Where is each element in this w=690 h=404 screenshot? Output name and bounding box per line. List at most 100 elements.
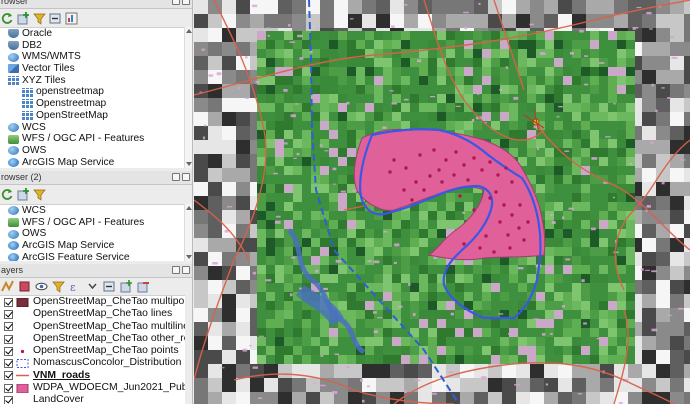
xyz-grid-icon — [22, 87, 33, 97]
tree-item-label: ArcGIS Map Service — [22, 156, 115, 168]
layer-item-openstreetmap-chetao-multipolygons[interactable]: OpenStreetMap_CheTao multipolygons — [0, 296, 185, 308]
xyz-grid-icon — [22, 99, 33, 109]
layer-visibility-checkbox[interactable] — [4, 322, 13, 332]
tree-item-label: WCS — [22, 205, 46, 216]
layer-visibility-checkbox[interactable] — [4, 309, 13, 319]
layer-item-openstreetmap-chetao-multilinestrings[interactable]: OpenStreetMap_CheTao multilinestrings — [0, 321, 185, 333]
line-symbol-icon — [16, 371, 29, 380]
tree-item-wfs-ogc-api-features[interactable]: WFS / OGC API - Features — [8, 217, 185, 229]
layers-panel-header[interactable]: ayers — [0, 264, 192, 278]
browser2-panel-header[interactable]: rowser (2) — [0, 171, 192, 185]
tree-item-openstreetmap[interactable]: Openstreetmap — [8, 98, 185, 110]
tree-item-ows[interactable]: OWS — [8, 228, 185, 240]
green-landcover-raster — [257, 31, 635, 364]
tree-item-openstreetmap[interactable]: OpenStreetMap — [8, 110, 185, 122]
map-canvas[interactable] — [194, 0, 690, 404]
oracle-db-icon — [8, 29, 19, 39]
tree-item-label: openstreetmap — [36, 86, 104, 98]
globe-icon — [8, 146, 19, 156]
move-up-icon[interactable] — [120, 280, 133, 293]
refresh-icon[interactable] — [1, 188, 14, 201]
left-dock-panels: rowser Oracle DB2 WMS/WMTS Vector Tiles XYZ … — [0, 0, 193, 404]
expand-all-icon[interactable] — [86, 280, 99, 293]
tree-item-label: OpenStreetMap — [36, 109, 108, 121]
add-layer-icon[interactable] — [17, 187, 30, 201]
tree-item-label: Vector Tiles — [22, 63, 75, 75]
tree-item-wcs[interactable]: WCS — [8, 122, 185, 134]
layer-visibility-checkbox[interactable] — [4, 334, 13, 344]
filter-icon[interactable] — [33, 188, 46, 201]
tree-item-oracle[interactable]: Oracle — [8, 28, 185, 40]
tree-item-label: WMS/WMTS — [22, 51, 81, 63]
float-icon[interactable] — [172, 173, 180, 181]
empty-symbol-icon — [16, 335, 29, 344]
layer-item-wdpa-wdoecm-jun2021-public[interactable]: WDPA_WDOECM_Jun2021_Public — [0, 382, 185, 394]
close-icon[interactable] — [182, 173, 190, 181]
filter-expression-icon[interactable]: ε — [69, 280, 82, 294]
tree-item-label: DB2 — [22, 39, 42, 51]
tree-item-arcgis-map-service[interactable]: ArcGIS Map Service — [8, 157, 185, 168]
browser-tree: Oracle DB2 WMS/WMTS Vector Tiles XYZ Tiles op… — [0, 27, 185, 168]
empty-symbol-icon — [16, 310, 29, 319]
filter-legend-icon[interactable] — [52, 280, 65, 293]
float-icon[interactable] — [172, 0, 180, 5]
layer-item-nomascusconcolor-distribution[interactable]: NomascusConcolor_Distribution — [0, 357, 185, 369]
arcgis-icon — [8, 241, 19, 251]
layer-visibility-checkbox[interactable] — [4, 346, 13, 356]
browser-panel-header[interactable]: rowser — [0, 0, 192, 9]
tree-item-openstreetmap[interactable]: openstreetmap — [8, 86, 185, 98]
tree-item-label: ArcGIS Feature Service — [22, 251, 130, 261]
browser2-toolbar — [0, 185, 192, 203]
globe-icon — [8, 229, 19, 239]
layer-item-openstreetmap-chetao-lines[interactable]: OpenStreetMap_CheTao lines — [0, 308, 185, 320]
layer-visibility-checkbox[interactable] — [4, 371, 13, 381]
layer-item-openstreetmap-chetao-points[interactable]: OpenStreetMap_CheTao points — [0, 345, 185, 357]
tree-item-label: Oracle — [22, 28, 53, 39]
xyz-grid-icon — [22, 111, 33, 121]
browser-panel-title: rowser — [1, 0, 29, 6]
tree-item-vector-tiles[interactable]: Vector Tiles — [8, 63, 185, 75]
tree-item-db2[interactable]: DB2 — [8, 40, 185, 52]
refresh-icon[interactable] — [1, 12, 14, 25]
tree-item-wms-wmts[interactable]: WMS/WMTS — [8, 51, 185, 63]
layer-item-vnm-roads[interactable]: VNM_roads — [0, 370, 185, 382]
layer-label: NomascusConcolor_Distribution — [33, 357, 182, 369]
tree-item-wfs-ogc-api-features[interactable]: WFS / OGC API - Features — [8, 133, 185, 145]
layers-panel-title: ayers — [1, 265, 24, 275]
tree-item-label: ArcGIS Map Service — [22, 240, 115, 252]
tree-item-ows[interactable]: OWS — [8, 145, 185, 157]
layer-item-openstreetmap-chetao-other-relations[interactable]: OpenStreetMap_CheTao other_relations — [0, 333, 185, 345]
close-icon[interactable] — [182, 266, 190, 274]
add-group-icon[interactable] — [18, 280, 31, 293]
filter-icon[interactable] — [33, 12, 46, 25]
layer-visibility-checkbox[interactable] — [4, 359, 13, 369]
layer-styling-icon[interactable] — [1, 280, 14, 293]
visibility-icon[interactable] — [35, 280, 48, 293]
tree-item-wcs[interactable]: WCS — [8, 205, 185, 217]
float-icon[interactable] — [172, 266, 180, 274]
collapse-all-icon[interactable] — [49, 12, 62, 25]
remove-layer-icon[interactable] — [137, 280, 150, 293]
properties-icon[interactable] — [65, 12, 78, 25]
tree-item-label: WCS — [22, 121, 46, 133]
globe-icon — [8, 122, 19, 132]
collapse-all-icon[interactable] — [103, 280, 116, 293]
layer-visibility-checkbox[interactable] — [4, 383, 13, 393]
polygon-symbol-icon — [16, 297, 29, 308]
browser2-tree: WCS WFS / OGC API - Features OWS ArcGIS Map… — [0, 204, 185, 261]
layer-label: OpenStreetMap_CheTao points — [33, 345, 179, 357]
browser2-scrollbar[interactable] — [184, 204, 192, 261]
layer-visibility-checkbox[interactable] — [4, 297, 13, 307]
tree-item-label: WFS / OGC API - Features — [22, 133, 145, 145]
map-view — [194, 0, 690, 404]
empty-symbol-icon — [16, 322, 29, 331]
layer-item-landcover[interactable]: LandCover — [0, 394, 185, 404]
browser-scrollbar[interactable] — [184, 27, 192, 168]
close-icon[interactable] — [182, 0, 190, 5]
layer-visibility-checkbox[interactable] — [4, 396, 13, 404]
tree-item-xyz-tiles[interactable]: XYZ Tiles — [8, 75, 185, 87]
add-layer-icon[interactable] — [17, 12, 30, 25]
tree-item-arcgis-feature-service[interactable]: ArcGIS Feature Service — [8, 252, 185, 261]
tree-item-arcgis-map-service[interactable]: ArcGIS Map Service — [8, 240, 185, 252]
arcgis-icon — [8, 157, 19, 167]
